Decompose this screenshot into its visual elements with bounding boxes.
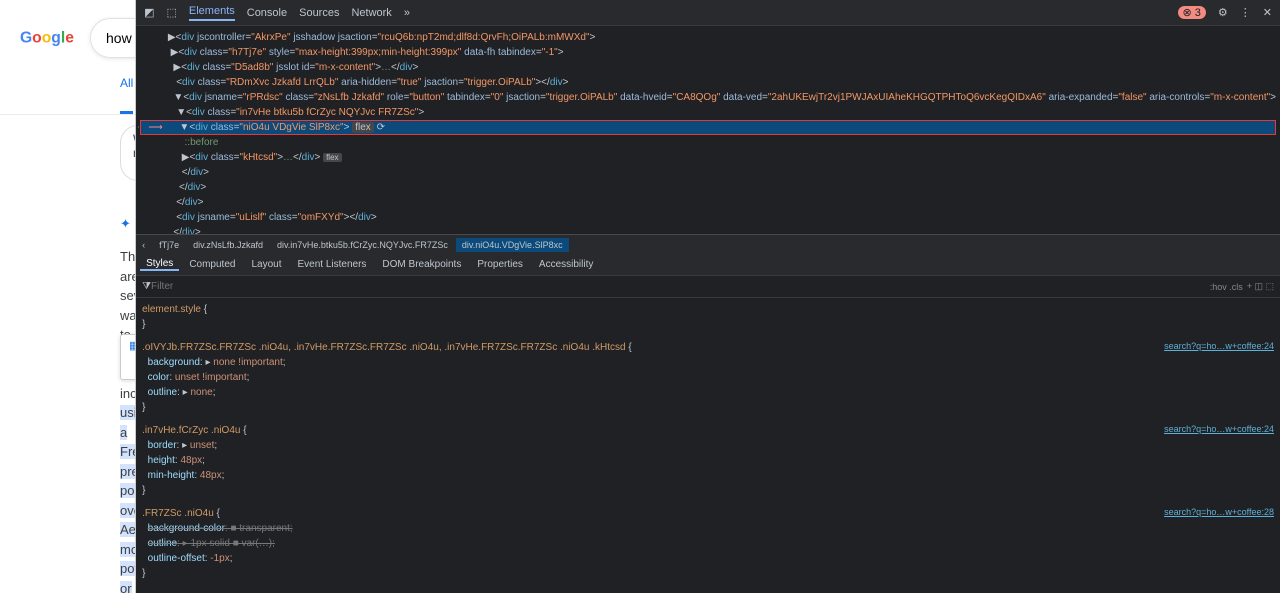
chip[interactable]: Without machine xyxy=(120,125,136,181)
devtools-tabs: ◩ ⬚ Elements Console Sources Network » ⊗… xyxy=(136,0,1280,26)
devtools-panel: ◩ ⬚ Elements Console Sources Network » ⊗… xyxy=(136,0,1280,593)
stab-styles[interactable]: Styles xyxy=(140,258,179,271)
inspect-tooltip: ▦ div.niO4u.VDgVie.SlP8xc 630 × 48 xyxy=(120,334,136,380)
stab[interactable]: Layout xyxy=(245,259,287,270)
filter-input[interactable] xyxy=(151,281,1206,292)
filter-chips: Without machine In a coffee maker In a F… xyxy=(0,115,136,191)
dt-tab-network[interactable]: Network xyxy=(351,7,391,19)
dom-tree[interactable]: ▶<div jscontroller="AkrxPe" jsshadow jsa… xyxy=(136,26,1280,234)
stab[interactable]: Event Listeners xyxy=(291,259,372,270)
svg-text:Google: Google xyxy=(20,30,74,47)
stab[interactable]: Properties xyxy=(471,259,529,270)
plus-icon[interactable]: + ◫ ⬚ xyxy=(1247,281,1274,292)
styles-pane[interactable]: element.style {} search?q=ho…w+coffee:24… xyxy=(136,298,1280,593)
search-input[interactable] xyxy=(106,30,136,46)
tab-all[interactable]: All xyxy=(120,66,133,114)
dt-tab-sources[interactable]: Sources xyxy=(299,7,339,19)
google-logo[interactable]: Google xyxy=(20,28,80,48)
gear-icon[interactable]: ⚙ xyxy=(1218,6,1228,19)
chevron-icon[interactable]: » xyxy=(404,7,410,19)
close-icon[interactable]: ✕ xyxy=(1263,6,1272,19)
dt-tab-elements[interactable]: Elements xyxy=(189,5,235,21)
sparkle-icon: ✦ xyxy=(120,216,131,232)
breadcrumb[interactable]: ‹ fTj7e div.zNsLfb.Jzkafd div.in7vHe.btk… xyxy=(136,234,1280,254)
inspect-icon[interactable]: ◩ xyxy=(144,6,154,19)
dt-tab-console[interactable]: Console xyxy=(247,7,287,19)
stab[interactable]: Computed xyxy=(183,259,241,270)
hov-toggle[interactable]: :hov .cls xyxy=(1210,282,1243,292)
search-box[interactable]: ✕ xyxy=(90,18,136,58)
stab[interactable]: Accessibility xyxy=(533,259,599,270)
device-icon[interactable]: ⬚ xyxy=(166,6,176,19)
search-tabs: All Videos Images Shopping Forums Web Ne… xyxy=(0,66,136,115)
filter-icon: ⧩ xyxy=(142,281,151,292)
styles-tabs: Styles Computed Layout Event Listeners D… xyxy=(136,254,1280,276)
more-icon[interactable]: ⋮ xyxy=(1240,6,1251,19)
stab[interactable]: DOM Breakpoints xyxy=(376,259,467,270)
error-badge[interactable]: ⊗ 3 xyxy=(1178,6,1206,19)
